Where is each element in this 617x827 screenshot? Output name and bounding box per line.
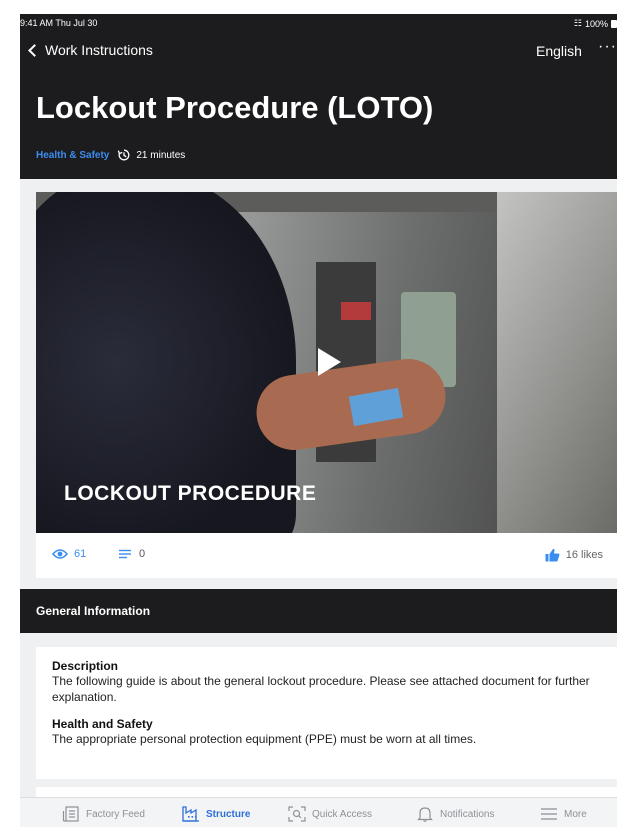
back-label: Work Instructions — [45, 42, 153, 58]
tab-quick-access[interactable]: Quick Access — [288, 806, 372, 822]
health-safety-text: The appropriate personal protection equi… — [52, 732, 477, 746]
video-card: LOCKOUT PROCEDURE 61 0 16 likes — [36, 192, 617, 578]
tab-factory-feed[interactable]: Factory Feed — [62, 806, 145, 822]
page-meta: Health & Safety 21 minutes — [36, 148, 185, 162]
more-options-icon[interactable]: ··· — [598, 38, 617, 56]
section-title: General Information — [36, 604, 151, 618]
play-icon[interactable] — [318, 348, 341, 376]
tab-label: Factory Feed — [86, 808, 145, 820]
chevron-left-icon — [28, 43, 41, 57]
duration-text: 21 minutes — [136, 149, 186, 161]
comments-value: 0 — [139, 548, 146, 560]
battery-icon — [611, 19, 617, 28]
bell-icon — [417, 807, 433, 822]
video-frame-background — [497, 192, 617, 533]
description-title: Description — [52, 659, 119, 673]
likes-value: 16 likes — [565, 549, 603, 561]
battery-percent: 100% — [584, 18, 608, 29]
history-icon — [118, 149, 130, 161]
back-button[interactable]: Work Instructions — [28, 42, 153, 58]
tab-more[interactable]: More — [540, 806, 587, 822]
video-frame-label — [341, 302, 371, 320]
tab-bar: Factory Feed Structure Quick Access Noti… — [20, 797, 617, 827]
wifi-icon: ☷ — [573, 18, 582, 28]
tab-structure[interactable]: Structure — [182, 806, 250, 822]
comments-icon — [119, 549, 131, 559]
page-title: Lockout Procedure (LOTO) — [36, 90, 434, 125]
general-information-header: General Information — [20, 589, 617, 633]
next-card-peek — [36, 787, 617, 797]
description-text: The following guide is about the general… — [52, 674, 590, 704]
menu-icon — [541, 808, 557, 820]
thumbs-up-icon — [545, 548, 560, 562]
app-screen: 9:41 AM Thu Jul 30 ☷ 100% Work Instructi… — [20, 14, 617, 827]
eye-icon — [52, 549, 68, 559]
status-indicators: ☷ 100% — [574, 18, 617, 29]
views-value: 61 — [74, 548, 87, 560]
video-caption: LOCKOUT PROCEDURE — [64, 482, 317, 505]
tab-label: More — [564, 808, 587, 820]
likes-button[interactable]: 16 likes — [545, 548, 603, 562]
language-selector[interactable]: English — [536, 43, 582, 59]
feed-icon — [62, 806, 79, 822]
views-count: 61 — [52, 548, 86, 560]
tab-label: Structure — [206, 808, 251, 820]
general-information-card: Description The following guide is about… — [36, 647, 617, 779]
tab-notifications[interactable]: Notifications — [416, 806, 494, 822]
duration: 21 minutes — [117, 148, 185, 162]
health-safety-title: Health and Safety — [52, 717, 153, 731]
tab-label: Quick Access — [312, 808, 373, 820]
factory-icon — [182, 806, 199, 822]
scan-icon — [288, 806, 306, 822]
header: 9:41 AM Thu Jul 30 ☷ 100% Work Instructi… — [20, 14, 617, 179]
status-time: 9:41 AM Thu Jul 30 — [20, 18, 98, 28]
stats-bar: 61 0 16 likes — [36, 533, 617, 578]
video-player[interactable]: LOCKOUT PROCEDURE — [36, 192, 617, 533]
tab-label: Notifications — [440, 808, 495, 820]
comments-count[interactable]: 0 — [118, 548, 145, 560]
category-link[interactable]: Health & Safety — [36, 150, 109, 161]
